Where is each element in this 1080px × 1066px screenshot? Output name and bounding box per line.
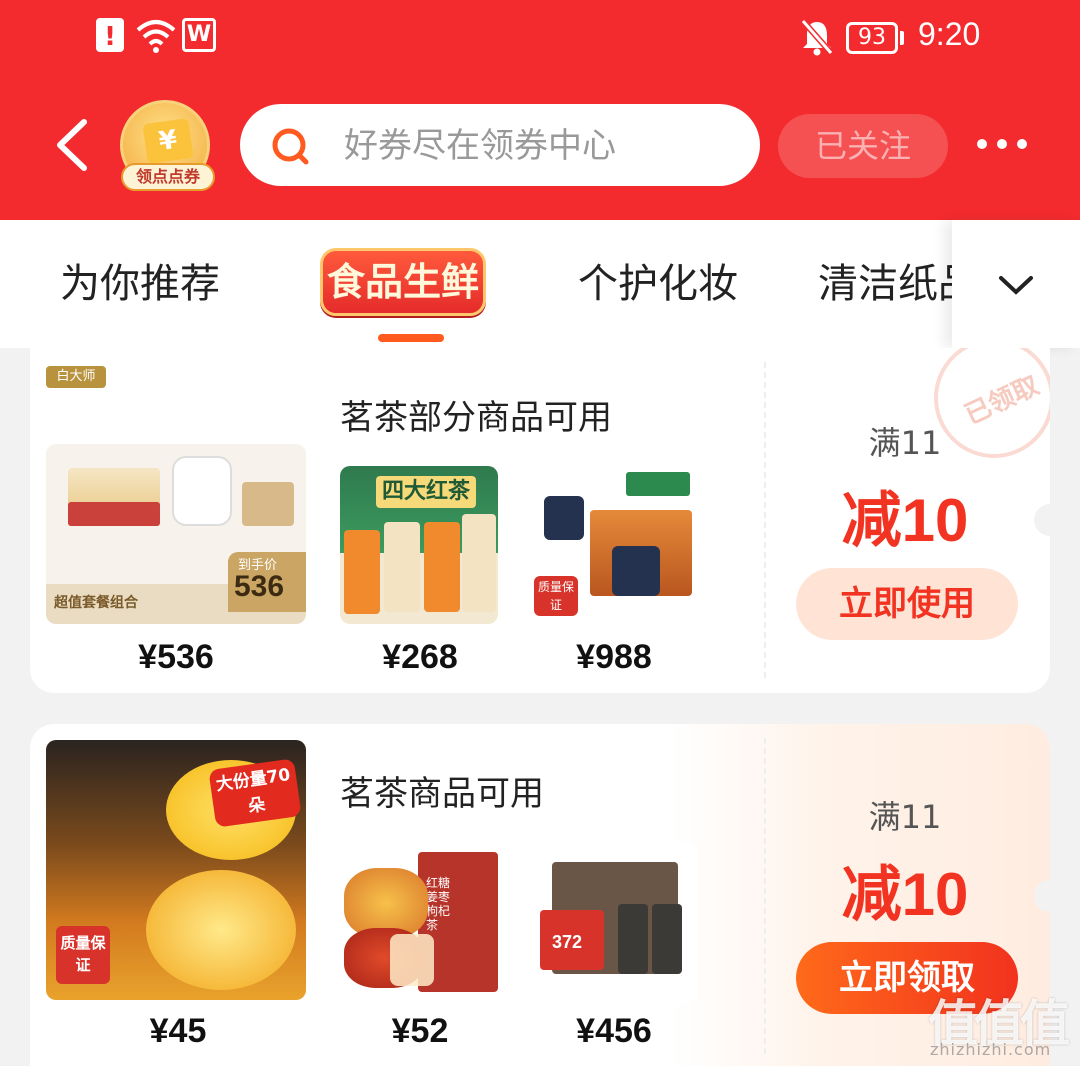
product-price: ¥988: [576, 638, 652, 676]
mute-bell-icon: [800, 18, 834, 66]
back-button[interactable]: [52, 118, 92, 172]
coupon-points-badge[interactable]: ¥ 领点点券: [120, 100, 215, 191]
category-tabs: 为你推荐 食品生鲜 个护化妆 清洁纸品: [0, 220, 1080, 348]
product-image[interactable]: 质量保证: [530, 466, 698, 624]
product-image-caption: 超值套餐组合: [54, 595, 138, 611]
quality-badge: 质量保证: [534, 576, 578, 616]
site-watermark: 值值值 zhizhizhi.com: [928, 984, 1076, 1060]
coupon-badge-label: 领点点券: [121, 163, 215, 191]
tab-food-fresh[interactable]: 食品生鲜: [320, 248, 486, 316]
watermark-url: zhizhizhi.com: [930, 1040, 1052, 1059]
more-options-icon[interactable]: [972, 132, 1032, 156]
product-price: ¥456: [576, 1012, 652, 1050]
product-image-price: 372: [552, 932, 583, 952]
follow-button[interactable]: 已关注: [778, 114, 948, 178]
status-bar: ! W 93 9:20: [0, 14, 1080, 64]
search-bar[interactable]: 好券尽在领券中心: [240, 104, 760, 186]
quality-badge: 质量保证: [56, 926, 110, 984]
product-image[interactable]: 大份量70朵 质量保证: [46, 740, 306, 1000]
coupon-condition: 满11: [868, 798, 942, 836]
battery-tip: [900, 31, 904, 45]
clock: 9:20: [918, 16, 981, 52]
active-tab-indicator: [378, 334, 444, 342]
product-image-price: 536: [234, 570, 285, 603]
coupon-condition: 满11: [868, 424, 942, 462]
tab-personal-care[interactable]: 个护化妆: [578, 256, 738, 312]
card-divider: [764, 738, 766, 1054]
product-price: ¥268: [382, 638, 458, 676]
coupon-title: 茗茶商品可用: [340, 774, 544, 814]
product-image[interactable]: 红糖姜枣枸杞茶: [340, 842, 500, 1002]
product-price: ¥45: [149, 1012, 207, 1050]
product-image[interactable]: 四大红茶: [340, 466, 498, 624]
card-notch: [1034, 504, 1050, 536]
search-placeholder: 好券尽在领券中心: [344, 126, 616, 166]
header-bar: ! W 93 9:20 ¥ 领点点券 好券尽在领券中心 已关注: [0, 0, 1080, 220]
tabs-dropdown-button[interactable]: [952, 220, 1080, 348]
battery-indicator: 93: [846, 22, 898, 54]
card-divider: [764, 362, 766, 678]
coupon-card: 已领取 白大师 茗茶部分商品可用 超值套餐组合 到手价 536 ¥536 四大红…: [30, 348, 1050, 693]
wps-app-icon: W: [182, 18, 216, 52]
sim-alert-icon: !: [96, 18, 124, 52]
product-price: ¥52: [391, 1012, 449, 1050]
product-price: ¥536: [138, 638, 214, 676]
coupon-amount: 减10: [841, 861, 969, 928]
tab-cleaning-paper[interactable]: 清洁纸品: [818, 256, 952, 312]
brand-logo: 白大师: [46, 366, 106, 388]
wifi-icon: [136, 18, 176, 64]
coupon-amount: 减10: [841, 487, 969, 554]
coupon-card: 大份量70朵 质量保证 ¥45 茗茶商品可用 红糖姜枣枸杞茶 ¥52 372 ¥…: [30, 724, 1050, 1066]
product-image-caption: 大份量70朵: [208, 758, 302, 828]
product-image[interactable]: 372: [530, 842, 698, 1002]
product-image[interactable]: 超值套餐组合 到手价 536: [46, 444, 306, 624]
search-icon: [272, 128, 309, 165]
chevron-down-icon: [999, 276, 1033, 295]
product-image-caption: 四大红茶: [376, 476, 477, 508]
yen-coupon-icon: ¥: [142, 117, 194, 165]
tab-recommended[interactable]: 为你推荐: [60, 256, 220, 312]
coupon-title: 茗茶部分商品可用: [340, 398, 612, 438]
use-now-button[interactable]: 立即使用: [796, 568, 1018, 640]
